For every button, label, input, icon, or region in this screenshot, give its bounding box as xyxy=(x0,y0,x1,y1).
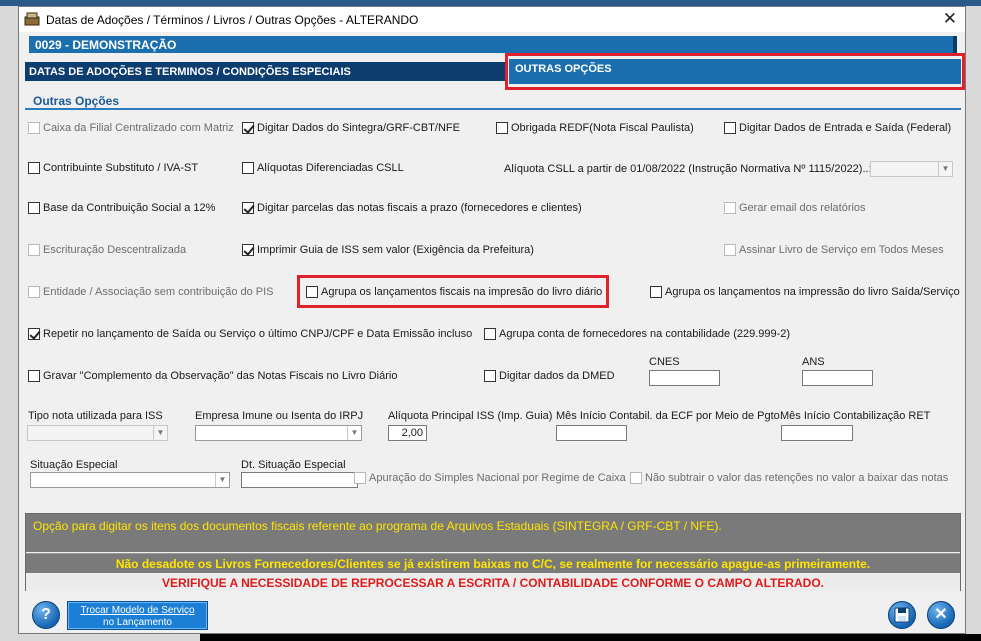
ans-input[interactable] xyxy=(802,370,873,386)
tab-other-options[interactable]: OUTRAS OPÇÕES xyxy=(509,59,961,84)
checkbox-box-checked[interactable] xyxy=(242,202,254,214)
trocar-modelo-line2: no Lançamento xyxy=(103,617,172,628)
checkbox-digitar-sintegra[interactable]: Digitar Dados do Sintegra/GRF-CBT/NFE xyxy=(242,122,460,134)
checkbox-digitar-dmed[interactable]: Digitar dados da DMED xyxy=(484,370,615,382)
checkbox-box[interactable] xyxy=(28,370,40,382)
exit-button[interactable]: ✕ xyxy=(927,601,955,629)
floppy-disk-icon xyxy=(894,607,910,623)
checkbox-entidade[interactable]: Entidade / Associação sem contribuição d… xyxy=(28,286,274,298)
tipo-nota-label: Tipo nota utilizada para ISS xyxy=(28,410,163,422)
checkbox-box[interactable] xyxy=(484,328,496,340)
mes-inicio-ecf-label: Mês Início Contabil. da ECF por Meio de … xyxy=(556,410,783,422)
company-banner: 0029 - DEMONSTRAÇÃO xyxy=(29,36,957,53)
checkbox-box-checked[interactable] xyxy=(242,122,254,134)
checkbox-box[interactable] xyxy=(28,162,40,174)
checkbox-aliquotas-csll[interactable]: Alíquotas Diferenciadas CSLL xyxy=(242,162,404,174)
cnes-label: CNES xyxy=(649,356,680,368)
checkbox-box[interactable] xyxy=(28,202,40,214)
checkbox-box[interactable] xyxy=(496,122,508,134)
checkbox-box[interactable] xyxy=(242,162,254,174)
trocar-modelo-line1: Trocar Modelo de Serviço xyxy=(80,605,195,616)
close-icon[interactable]: ✕ xyxy=(943,9,957,29)
chevron-down-icon: ▼ xyxy=(215,473,229,487)
checkbox-caixa-filial[interactable]: Caixa da Filial Centralizado com Matriz xyxy=(28,122,234,134)
checkbox-assinar-livro[interactable]: Assinar Livro de Serviço em Todos Meses xyxy=(724,244,944,256)
title-bar: Datas de Adoções / Términos / Livros / O… xyxy=(19,7,965,32)
checkbox-escrituracao[interactable]: Escrituração Descentralizada xyxy=(28,244,186,256)
checkbox-obrigada-redf[interactable]: Obrigada REDF(Nota Fiscal Paulista) xyxy=(496,122,694,134)
checkbox-gerar-email[interactable]: Gerar email dos relatórios xyxy=(724,202,866,214)
tab-dates[interactable]: DATAS DE ADOÇÕES E TERMINOS / CONDIÇÕES … xyxy=(25,62,507,81)
checkbox-base-contribuicao[interactable]: Base da Contribuição Social a 12% xyxy=(28,202,215,214)
checkbox-box[interactable] xyxy=(724,244,736,256)
aliquota-principal-input[interactable]: 2,00 xyxy=(388,425,427,441)
help-button[interactable]: ? xyxy=(32,601,60,629)
checkbox-gravar-complemento[interactable]: Gravar "Complemento da Observação" das N… xyxy=(28,370,397,382)
warning-message: Não desadote os Livros Fornecedores/Clie… xyxy=(26,553,960,573)
situacao-especial-select[interactable]: ▼ xyxy=(30,472,230,488)
aliquota-principal-label: Alíquota Principal ISS (Imp. Guia) xyxy=(388,410,553,422)
checkbox-box[interactable] xyxy=(28,286,40,298)
alert-message: VERIFIQUE A NECESSIDADE DE REPROCESSAR A… xyxy=(26,573,960,591)
checkbox-box[interactable] xyxy=(306,286,318,298)
chevron-down-icon: ▼ xyxy=(347,426,361,440)
situacao-especial-label: Situação Especial xyxy=(30,459,118,471)
checkbox-contribuinte-substituto[interactable]: Contribuinte Substituto / IVA-ST xyxy=(28,162,198,174)
checkbox-agrupa-fornecedores[interactable]: Agrupa conta de fornecedores na contabil… xyxy=(484,328,790,340)
checkbox-repetir[interactable]: Repetir no lançamento de Saída ou Serviç… xyxy=(28,328,472,340)
checkbox-imprimir-iss[interactable]: Imprimir Guia de ISS sem valor (Exigênci… xyxy=(242,244,534,256)
checkbox-box-checked[interactable] xyxy=(242,244,254,256)
save-button[interactable] xyxy=(888,601,916,629)
message-panel: Opção para digitar os itens dos document… xyxy=(25,513,961,591)
mes-inicio-ret-input[interactable] xyxy=(781,425,853,441)
section-title: Outras Opções xyxy=(33,94,120,108)
app-icon xyxy=(24,12,40,26)
taskbar xyxy=(200,634,981,641)
empresa-imune-select[interactable]: ▼ xyxy=(195,425,362,441)
checkbox-agrupa-saida[interactable]: Agrupa os lançamentos na impressão do li… xyxy=(650,286,960,298)
checkbox-box[interactable] xyxy=(484,370,496,382)
checkbox-box[interactable] xyxy=(650,286,662,298)
checkbox-digitar-entrada-saida[interactable]: Digitar Dados de Entrada e Saída (Federa… xyxy=(724,122,951,134)
checkbox-box[interactable] xyxy=(354,472,366,484)
dialog-window: Datas de Adoções / Términos / Livros / O… xyxy=(18,6,966,634)
aliquota-csll-label: Alíquota CSLL a partir de 01/08/2022 (In… xyxy=(504,163,872,175)
info-message: Opção para digitar os itens dos document… xyxy=(26,514,960,552)
checkbox-agrupa-diario[interactable]: Agrupa os lançamentos fiscais na impresã… xyxy=(306,286,602,298)
mes-inicio-ecf-input[interactable] xyxy=(556,425,627,441)
close-icon: ✕ xyxy=(934,606,948,623)
question-icon: ? xyxy=(41,606,51,623)
tipo-nota-select[interactable]: ▼ xyxy=(27,425,168,441)
checkbox-box[interactable] xyxy=(630,472,642,484)
section-divider xyxy=(25,108,961,110)
checkbox-box[interactable] xyxy=(724,122,736,134)
checkbox-box-checked[interactable] xyxy=(28,328,40,340)
aliquota-csll-select[interactable]: ▼ xyxy=(870,161,953,177)
cnes-input[interactable] xyxy=(649,370,720,386)
checkbox-nao-subtrair[interactable]: Não subtrair o valor das retenções no va… xyxy=(630,472,948,484)
checkbox-digitar-parcelas[interactable]: Digitar parcelas das notas fiscais a pra… xyxy=(242,202,582,214)
window-title: Datas de Adoções / Términos / Livros / O… xyxy=(46,13,419,27)
ans-label: ANS xyxy=(802,356,825,368)
mes-inicio-ret-label: Mês Início Contabilização RET xyxy=(780,410,931,422)
dt-situacao-label: Dt. Situação Especial xyxy=(241,459,346,471)
checkbox-apuracao-simples[interactable]: Apuração do Simples Nacional por Regime … xyxy=(354,472,626,484)
checkbox-box[interactable] xyxy=(28,244,40,256)
checkbox-box[interactable] xyxy=(28,122,40,134)
chevron-down-icon: ▼ xyxy=(153,426,167,440)
trocar-modelo-button[interactable]: Trocar Modelo de Serviço no Lançamento xyxy=(67,601,208,630)
chevron-down-icon: ▼ xyxy=(938,162,952,176)
checkbox-box[interactable] xyxy=(724,202,736,214)
empresa-imune-label: Empresa Imune ou Isenta do IRPJ xyxy=(195,410,364,422)
dt-situacao-input[interactable] xyxy=(241,472,358,488)
